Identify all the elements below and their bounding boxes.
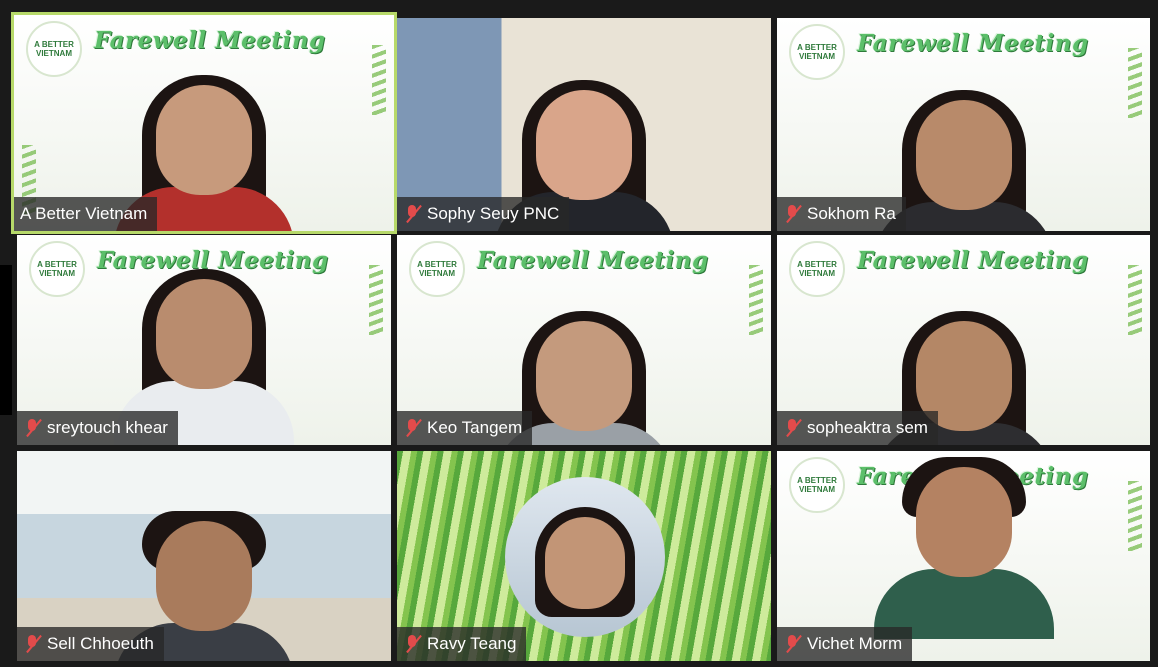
logo: A BETTER VIETNAM [29,241,85,297]
participant-name-tag: Sokhom Ra [777,197,906,231]
leaf-decoration [1128,265,1142,335]
mic-muted-icon [23,634,41,654]
video-tile-5[interactable]: A BETTER VIETNAM Farewell Meeting Keo Ta… [397,235,771,445]
participant-name: A Better Vietnam [20,204,148,223]
banner-title: Farewell Meeting [94,27,326,54]
banner-title: Farewell Meeting [857,30,1089,57]
mic-muted-icon [783,418,801,438]
video-tile-2[interactable]: Sophy Seuy PNC [397,18,771,231]
side-panel-handle[interactable] [0,265,12,415]
video-tile-9[interactable]: A BETTER VIETNAM Farewell Meeting Vichet… [777,451,1150,661]
video-tile-7[interactable]: Sell Chhoeuth [17,451,391,661]
banner-title: Farewell Meeting [857,247,1089,274]
leaf-decoration [372,45,386,115]
participant-name: Keo Tangem [427,418,523,437]
participant-name: sreytouch khear [47,418,168,437]
leaf-decoration [749,265,763,335]
video-tile-3[interactable]: A BETTER VIETNAM Farewell Meeting Sokhom… [777,18,1150,231]
participant-video [505,477,665,637]
video-tile-8[interactable]: Ravy Teang [397,451,771,661]
mic-muted-icon [23,418,41,438]
logo: A BETTER VIETNAM [409,241,465,297]
video-tile-1[interactable]: A BETTER VIETNAM Farewell Meeting A Bett… [11,12,397,234]
logo: A BETTER VIETNAM [789,241,845,297]
participant-name-tag: A Better Vietnam [14,197,158,231]
participant-name: Ravy Teang [427,634,517,653]
video-tile-4[interactable]: A BETTER VIETNAM Farewell Meeting sreyto… [17,235,391,445]
participant-name: sopheaktra sem [807,418,928,437]
logo: A BETTER VIETNAM [789,24,845,80]
participant-name: Sell Chhoeuth [47,634,154,653]
leaf-decoration [369,265,383,335]
video-tile-6[interactable]: A BETTER VIETNAM Farewell Meeting sophea… [777,235,1150,445]
mic-muted-icon [403,204,421,224]
participant-name: Sokhom Ra [807,204,896,223]
participant-name: Vichet Morm [807,634,903,653]
participant-name: Sophy Seuy PNC [427,204,560,223]
participant-name-tag: sreytouch khear [17,411,178,445]
participant-video [873,457,1054,639]
logo: A BETTER VIETNAM [26,21,82,77]
participant-name-tag: Keo Tangem [397,411,533,445]
participant-name-tag: Sell Chhoeuth [17,627,164,661]
mic-muted-icon [403,634,421,654]
mic-muted-icon [783,204,801,224]
participant-name-tag: Ravy Teang [397,627,527,661]
participant-name-tag: sopheaktra sem [777,411,938,445]
participant-name-tag: Sophy Seuy PNC [397,197,570,231]
leaf-decoration [1128,481,1142,551]
participant-name-tag: Vichet Morm [777,627,913,661]
leaf-decoration [1128,48,1142,118]
mic-muted-icon [403,418,421,438]
mic-muted-icon [783,634,801,654]
banner-title: Farewell Meeting [477,247,709,274]
logo: A BETTER VIETNAM [789,457,845,513]
